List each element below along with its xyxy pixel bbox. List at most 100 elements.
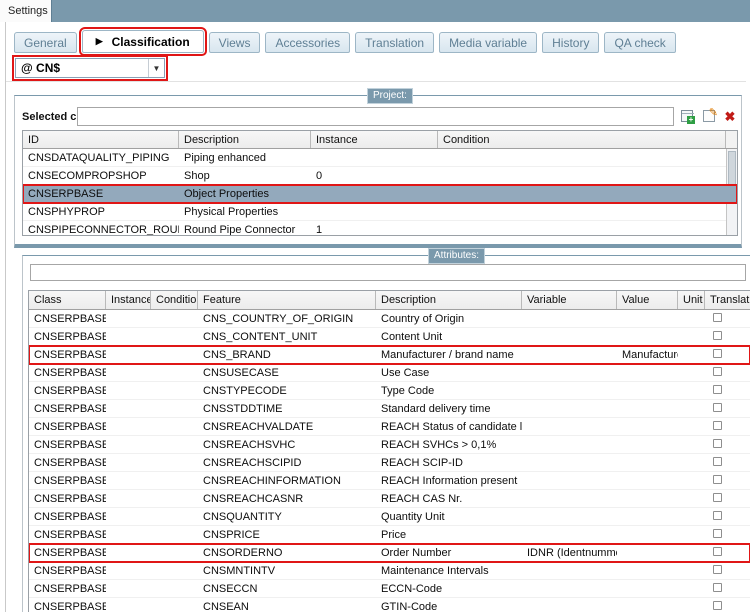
attribute-cell-class: CNSERPBASE [29, 349, 106, 361]
attribute-row[interactable]: CNSERPBASECNSPRICEPrice [29, 526, 750, 544]
attribute-column-header-condition[interactable]: Condition [151, 291, 198, 309]
translation-checkbox[interactable] [713, 547, 722, 556]
attribute-cell-class: CNSERPBASE [29, 601, 106, 612]
attribute-cell-feature: CNSECCN [198, 583, 376, 595]
translation-checkbox[interactable] [713, 439, 722, 448]
attribute-row[interactable]: CNSERPBASECNSREACHSCIPIDREACH SCIP-ID [29, 454, 750, 472]
project-row[interactable]: CNSPIPECONNECTOR_ROUNDRound Pipe Connect… [23, 221, 737, 236]
translation-checkbox[interactable] [713, 367, 722, 376]
tab-general[interactable]: General [14, 32, 77, 53]
attribute-cell-feature: CNS_CONTENT_UNIT [198, 331, 376, 343]
attribute-row[interactable]: CNSERPBASECNSREACHINFORMATIONREACH Infor… [29, 472, 750, 490]
project-column-header-id[interactable]: IDˆ [23, 131, 179, 148]
attribute-row[interactable]: CNSERPBASECNSTYPECODEType Code [29, 382, 750, 400]
translation-checkbox[interactable] [713, 457, 722, 466]
attribute-column-header-feature[interactable]: Feature [198, 291, 376, 309]
tab-label: History [552, 36, 589, 50]
translation-checkbox[interactable] [713, 421, 722, 430]
tab-classification[interactable]: ▶Classification [82, 30, 204, 53]
attribute-column-header-unit[interactable]: Unit [678, 291, 705, 309]
edit-class-button[interactable]: ✎ [701, 108, 717, 124]
chevron-down-icon[interactable]: ▼ [148, 59, 164, 77]
selected-classes-input[interactable] [77, 107, 674, 126]
attribute-row[interactable]: CNSERPBASECNSREACHCASNRREACH CAS Nr. [29, 490, 750, 508]
project-cell-instance: 1 [311, 224, 438, 236]
class-selector-dropdown[interactable]: @ CN$ ▼ [15, 58, 165, 78]
tab-translation[interactable]: Translation [355, 32, 434, 53]
project-column-header-condition[interactable]: Condition [438, 131, 726, 148]
project-column-header-description[interactable]: Description [179, 131, 311, 148]
attributes-filter-input[interactable] [30, 264, 746, 281]
translation-checkbox[interactable] [713, 529, 722, 538]
translation-checkbox[interactable] [713, 565, 722, 574]
tab-accessories[interactable]: Accessories [265, 32, 350, 53]
translation-checkbox[interactable] [713, 349, 722, 358]
attribute-cell-feature: CNSPRICE [198, 529, 376, 541]
tab-views[interactable]: Views [209, 32, 261, 53]
attribute-cell-description: Quantity Unit [376, 511, 522, 523]
translation-checkbox[interactable] [713, 493, 722, 502]
project-row[interactable]: CNSERPBASEObject Properties [23, 185, 737, 203]
attribute-cell-class: CNSERPBASE [29, 331, 106, 343]
delete-class-button[interactable]: ✖ [722, 108, 738, 124]
attribute-row[interactable]: CNSERPBASECNSREACHSVHCREACH SVHCs > 0,1% [29, 436, 750, 454]
attribute-column-header-instance[interactable]: Instance [106, 291, 151, 309]
attribute-cell-feature: CNSREACHCASNR [198, 493, 376, 505]
project-cell-id: CNSPIPECONNECTOR_ROUND [23, 224, 179, 236]
attribute-row[interactable]: CNSERPBASECNSEANGTIN-Code [29, 598, 750, 612]
attribute-row[interactable]: CNSERPBASECNSREACHVALDATEREACH Status of… [29, 418, 750, 436]
attribute-cell-class: CNSERPBASE [29, 475, 106, 487]
attribute-row[interactable]: CNSERPBASECNS_BRANDManufacturer / brand … [29, 346, 750, 364]
translation-checkbox[interactable] [713, 403, 722, 412]
attribute-row[interactable]: CNSERPBASECNSSTDDTIMEStandard delivery t… [29, 400, 750, 418]
attribute-row[interactable]: CNSERPBASECNSECCNECCN-Code [29, 580, 750, 598]
attribute-cell-translation [705, 367, 750, 379]
attribute-cell-variable: IDNR (Identnummer) [522, 547, 617, 559]
attribute-cell-translation [705, 421, 750, 433]
attribute-row[interactable]: CNSERPBASECNSQUANTITYQuantity Unit [29, 508, 750, 526]
project-row[interactable]: CNSDATAQUALITY_PIPINGPiping enhanced [23, 149, 737, 167]
tab-label: Accessories [275, 36, 340, 50]
tab-qa-check[interactable]: QA check [604, 32, 675, 53]
translation-checkbox[interactable] [713, 511, 722, 520]
translation-checkbox[interactable] [713, 385, 722, 394]
attribute-row[interactable]: CNSERPBASECNSORDERNOOrder NumberIDNR (Id… [29, 544, 750, 562]
attribute-row[interactable]: CNSERPBASECNSMNTINTVMaintenance Interval… [29, 562, 750, 580]
attribute-column-header-description[interactable]: Description [376, 291, 522, 309]
window-left-border [5, 22, 6, 612]
attribute-cell-description: Standard delivery time [376, 403, 522, 415]
attributes-badge: Attributes: [428, 248, 485, 264]
add-class-button[interactable]: + [679, 108, 695, 124]
project-row[interactable]: CNSECOMPROPSHOPShop0 [23, 167, 737, 185]
attribute-row[interactable]: CNSERPBASECNS_COUNTRY_OF_ORIGINCountry o… [29, 310, 750, 328]
translation-checkbox[interactable] [713, 313, 722, 322]
translation-checkbox[interactable] [713, 583, 722, 592]
translation-checkbox[interactable] [713, 331, 722, 340]
attribute-cell-value: Manufacturer [617, 349, 678, 361]
translation-checkbox[interactable] [713, 601, 722, 610]
attribute-row[interactable]: CNSERPBASECNS_CONTENT_UNITContent Unit [29, 328, 750, 346]
attribute-row[interactable]: CNSERPBASECNSUSECASEUse Case [29, 364, 750, 382]
attribute-cell-class: CNSERPBASE [29, 313, 106, 325]
attribute-cell-translation [705, 385, 750, 397]
tab-history[interactable]: History [542, 32, 599, 53]
window-tab-settings[interactable]: Settings [0, 0, 52, 22]
sort-ascending-icon: ˆ [65, 291, 68, 299]
tab-label: Classification [112, 35, 190, 49]
attributes-table-body: CNSERPBASECNS_COUNTRY_OF_ORIGINCountry o… [29, 310, 750, 612]
attribute-cell-description: Order Number [376, 547, 522, 559]
project-cell-id: CNSECOMPROPSHOP [23, 170, 179, 182]
attribute-cell-class: CNSERPBASE [29, 457, 106, 469]
attribute-column-header-translation[interactable]: Translation [705, 291, 750, 309]
translation-checkbox[interactable] [713, 475, 722, 484]
attribute-column-header-value[interactable]: Value [617, 291, 678, 309]
tab-media-variable[interactable]: Media variable [439, 32, 537, 53]
attribute-cell-description: Maintenance Intervals [376, 565, 522, 577]
attribute-column-header-class[interactable]: Classˆ [29, 291, 106, 309]
project-column-header-instance[interactable]: Instance [311, 131, 438, 148]
attribute-column-header-variable[interactable]: Variable [522, 291, 617, 309]
attribute-cell-class: CNSERPBASE [29, 421, 106, 433]
sort-ascending-icon: ˆ [99, 131, 102, 139]
attribute-cell-class: CNSERPBASE [29, 367, 106, 379]
project-row[interactable]: CNSPHYPROPPhysical Properties [23, 203, 737, 221]
